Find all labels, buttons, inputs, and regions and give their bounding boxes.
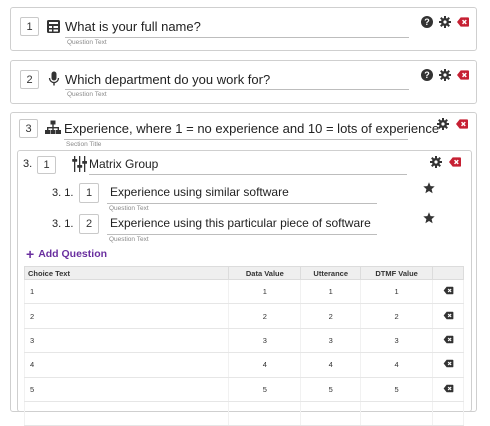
utterance-cell[interactable]: 2 [300, 303, 362, 329]
choice-text-cell[interactable]: 1 [23, 279, 230, 305]
question-text-label: Question Text [67, 91, 107, 98]
table-header-row: Choice Text Data Value Utterance DTMF Va… [23, 266, 464, 280]
dtmf-value-cell[interactable]: 2 [360, 303, 434, 329]
matrix-item-label: Question Text [109, 236, 149, 243]
column-header [432, 266, 464, 280]
question-text-label: Question Text [67, 39, 107, 46]
utterance-cell[interactable]: 4 [300, 352, 362, 378]
data-value-cell[interactable]: 4 [228, 352, 302, 378]
utterance-cell[interactable] [300, 401, 362, 426]
form-icon [47, 20, 60, 33]
star-icon[interactable] [423, 212, 435, 224]
question-text-input[interactable]: Which department do you work for? [65, 72, 270, 87]
question-number-input[interactable]: 2 [20, 70, 39, 89]
data-value-cell[interactable] [228, 401, 302, 426]
matrix-item-prefix: 3. 1. [52, 187, 74, 199]
gear-icon[interactable] [430, 156, 442, 168]
column-header: Choice Text [23, 266, 230, 280]
delete-icon[interactable] [443, 359, 454, 368]
choice-text-cell[interactable]: 2 [23, 303, 230, 329]
dtmf-value-cell[interactable]: 1 [360, 279, 434, 305]
delete-icon[interactable] [443, 384, 454, 393]
matrix-item-underline [107, 203, 377, 204]
question-panel-2: 2 Which department do you work for? Ques… [10, 60, 477, 104]
choice-text-cell[interactable] [23, 401, 230, 426]
utterance-cell[interactable]: 3 [300, 328, 362, 354]
delete-icon[interactable] [457, 69, 469, 81]
dtmf-value-cell[interactable] [360, 401, 434, 426]
question-text-underline [65, 37, 409, 38]
delete-icon[interactable] [456, 118, 468, 130]
column-header: Utterance [300, 266, 362, 280]
row-delete-cell [432, 352, 464, 378]
utterance-cell[interactable]: 5 [300, 377, 362, 402]
row-delete-cell [432, 279, 464, 305]
row-delete-cell [432, 303, 464, 329]
microphone-icon [48, 71, 60, 86]
table-row: 2 2 2 2 [23, 303, 464, 329]
table-row: 4 4 4 4 [23, 352, 464, 378]
matrix-item-number-input[interactable]: 2 [79, 214, 99, 234]
matrix-item-text-input[interactable]: Experience using this particular piece o… [110, 216, 371, 230]
choices-table: Choice Text Data Value Utterance DTMF Va… [23, 266, 464, 426]
column-header: DTMF Value [360, 266, 434, 280]
section-title-underline [64, 139, 408, 140]
table-row: 5 5 5 5 [23, 377, 464, 402]
delete-icon[interactable] [443, 286, 454, 295]
matrix-item-number-input[interactable]: 1 [79, 183, 99, 203]
tree-icon [45, 120, 61, 134]
svg-text:?: ? [424, 17, 430, 27]
row-delete-cell [432, 401, 464, 426]
gear-icon[interactable] [439, 69, 451, 81]
question-text-input[interactable]: What is your full name? [65, 19, 201, 34]
matrix-prefix: 3. [23, 158, 33, 170]
delete-icon[interactable] [443, 311, 454, 320]
matrix-item-text-input[interactable]: Experience using similar software [110, 185, 289, 199]
table-row: 1 1 1 1 [23, 279, 464, 305]
section-title-label: Section Title [66, 141, 102, 148]
dtmf-value-cell[interactable]: 3 [360, 328, 434, 354]
add-question-button[interactable]: + Add Question [26, 246, 108, 262]
column-header: Data Value [228, 266, 302, 280]
sliders-icon [72, 156, 87, 172]
section-title-input[interactable]: Experience, where 1 = no experience and … [64, 121, 439, 136]
choice-text-cell[interactable]: 5 [23, 377, 230, 402]
add-question-label: Add Question [38, 248, 108, 260]
delete-icon[interactable] [443, 335, 454, 344]
matrix-item-underline [107, 234, 377, 235]
matrix-title-underline [89, 174, 407, 175]
gear-icon[interactable] [439, 16, 451, 28]
dtmf-value-cell[interactable]: 4 [360, 352, 434, 378]
question-panel-1: 1 What is your full name? Question Text … [10, 7, 477, 51]
choice-text-cell[interactable]: 4 [23, 352, 230, 378]
help-icon[interactable]: ? [421, 69, 433, 81]
table-row: 3 3 3 3 [23, 328, 464, 354]
utterance-cell[interactable]: 1 [300, 279, 362, 305]
help-icon[interactable]: ? [421, 16, 433, 28]
gear-icon[interactable] [437, 118, 449, 130]
choice-text-cell[interactable]: 3 [23, 328, 230, 354]
data-value-cell[interactable]: 5 [228, 377, 302, 402]
delete-icon[interactable] [457, 16, 469, 28]
matrix-item-label: Question Text [109, 205, 149, 212]
matrix-item-prefix: 3. 1. [52, 218, 74, 230]
data-value-cell[interactable]: 3 [228, 328, 302, 354]
svg-text:?: ? [424, 70, 430, 80]
table-row [23, 401, 464, 426]
star-icon[interactable] [423, 182, 435, 194]
data-value-cell[interactable]: 1 [228, 279, 302, 305]
row-delete-cell [432, 328, 464, 354]
matrix-number-input[interactable]: 1 [37, 156, 56, 174]
section-number-input[interactable]: 3 [19, 119, 38, 138]
dtmf-value-cell[interactable]: 5 [360, 377, 434, 402]
delete-icon[interactable] [449, 156, 461, 168]
question-number-input[interactable]: 1 [20, 17, 39, 36]
question-text-underline [65, 89, 409, 90]
plus-icon: + [26, 246, 35, 262]
row-delete-cell [432, 377, 464, 402]
matrix-title-input[interactable]: Matrix Group [89, 157, 158, 171]
data-value-cell[interactable]: 2 [228, 303, 302, 329]
